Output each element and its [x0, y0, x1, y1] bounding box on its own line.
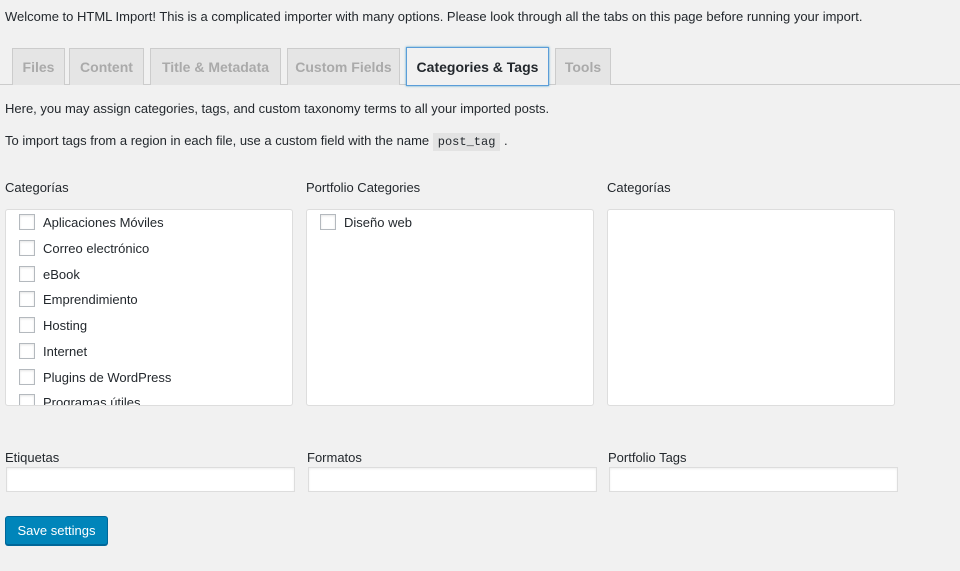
tab-categories-tags[interactable]: Categories & Tags — [406, 47, 549, 86]
checkbox-label: eBook — [43, 266, 80, 282]
tags-note-text: To import tags from a region in each fil… — [5, 133, 430, 148]
tags-note-end: . — [504, 133, 508, 148]
checkbox[interactable] — [19, 394, 35, 405]
checkbox[interactable] — [19, 240, 35, 256]
checkbox-item[interactable]: Aplicaciones Móviles — [19, 213, 164, 231]
save-settings-button[interactable]: Save settings — [5, 516, 108, 545]
formatos-label: Formatos — [307, 450, 362, 465]
checkbox-item[interactable]: Plugins de WordPress — [19, 368, 171, 386]
checkbox-label: Diseño web — [344, 214, 412, 230]
checkbox-item[interactable]: Hosting — [19, 316, 87, 334]
portfolio-tags-input[interactable] — [609, 467, 898, 492]
checkbox-item[interactable]: Correo electrónico — [19, 239, 149, 257]
categorias-label: Categorías — [5, 180, 69, 195]
checkbox[interactable] — [19, 266, 35, 282]
intro-text: Welcome to HTML Import! This is a compli… — [5, 9, 863, 24]
post-tag-code: post_tag — [432, 133, 501, 151]
checkbox-item[interactable]: Diseño web — [320, 213, 412, 231]
tags-note: To import tags from a region in each fil… — [5, 133, 508, 151]
checkbox-item[interactable]: Emprendimiento — [19, 290, 138, 308]
checkbox-label: Emprendimiento — [43, 291, 138, 307]
checkbox[interactable] — [320, 214, 336, 230]
portfolio-categories-label: Portfolio Categories — [306, 180, 421, 195]
tab-files[interactable]: Files — [12, 48, 65, 85]
tab-bar: Files Content Title & Metadata Custom Fi… — [0, 47, 960, 86]
tab-custom-fields[interactable]: Custom Fields — [287, 48, 400, 85]
categorias-2-checklist[interactable] — [607, 209, 895, 406]
tab-tools[interactable]: Tools — [555, 48, 611, 85]
checkbox-label: Aplicaciones Móviles — [43, 214, 164, 230]
portfolio-categories-checklist[interactable]: Diseño web — [306, 209, 594, 406]
checkbox-label: Internet — [43, 343, 88, 359]
checkbox[interactable] — [19, 317, 35, 333]
formatos-input[interactable] — [308, 467, 597, 492]
checkbox[interactable] — [19, 291, 35, 307]
checkbox-item[interactable]: Internet — [19, 342, 87, 360]
checkbox-item[interactable]: Programas útiles — [19, 393, 141, 406]
tab-title-metadata[interactable]: Title & Metadata — [150, 48, 281, 85]
checkbox-label: Plugins de WordPress — [43, 369, 172, 385]
portfolio-tags-label: Portfolio Tags — [608, 450, 687, 465]
description-text: Here, you may assign categories, tags, a… — [5, 101, 550, 116]
checkbox[interactable] — [19, 214, 35, 230]
categorias-2-label: Categorías — [607, 180, 671, 195]
checkbox-item[interactable]: eBook — [19, 265, 80, 283]
checkbox-label: Programas útiles — [43, 394, 141, 406]
categorias-checklist[interactable]: Aplicaciones Móviles Correo electrónico … — [5, 209, 293, 406]
etiquetas-label: Etiquetas — [5, 450, 60, 465]
checkbox-label: Correo electrónico — [43, 240, 150, 256]
checkbox[interactable] — [19, 343, 35, 359]
tab-content[interactable]: Content — [69, 48, 144, 85]
etiquetas-input[interactable] — [6, 467, 295, 492]
checkbox[interactable] — [19, 369, 35, 385]
checkbox-label: Hosting — [43, 317, 88, 333]
